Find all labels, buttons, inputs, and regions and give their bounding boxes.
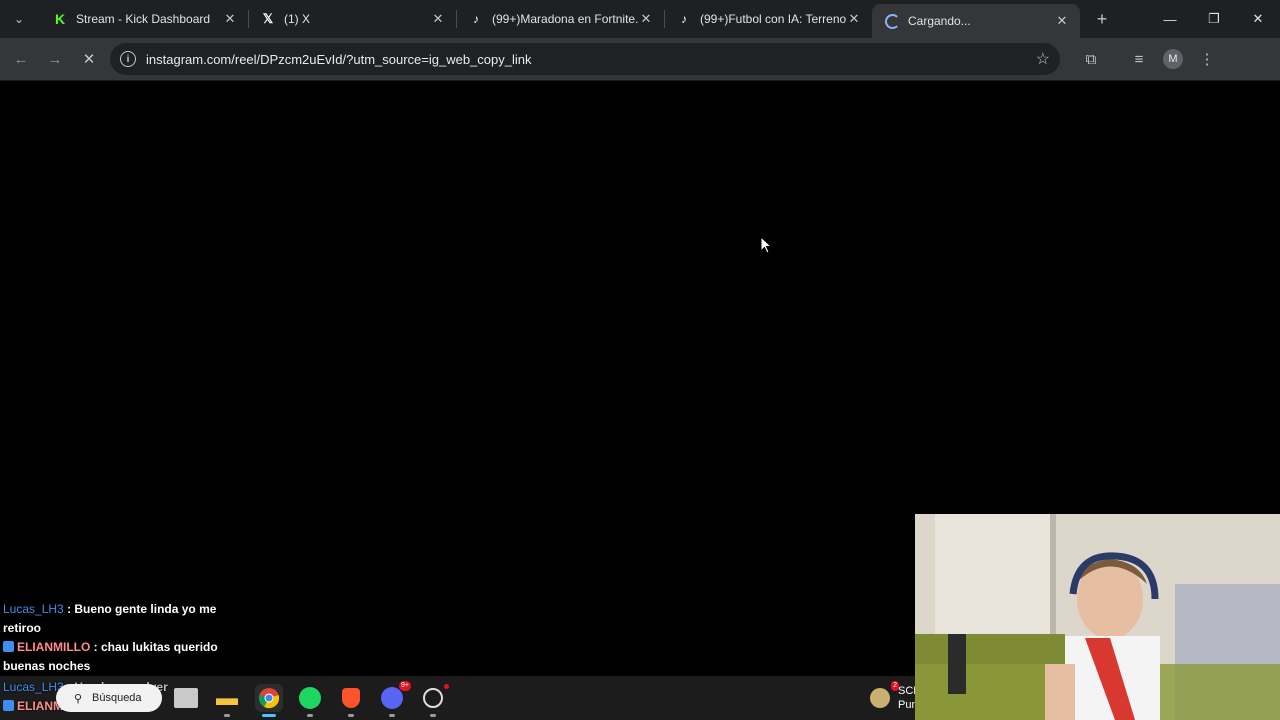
chat-badge-icon: [3, 700, 14, 711]
arrow-left-icon: ←: [13, 50, 29, 68]
kick-icon: K: [54, 11, 66, 27]
forward-button[interactable]: →: [38, 42, 72, 76]
obs-icon[interactable]: [419, 684, 449, 717]
back-button[interactable]: ←: [4, 42, 38, 76]
window-controls: — ❐ ✕: [1148, 0, 1280, 38]
discord-icon[interactable]: 9+: [378, 681, 411, 717]
chrome-icon[interactable]: [255, 684, 283, 717]
recording-indicator-icon: [444, 684, 449, 689]
chat-message: Lucas_LH3 : Bueno gente linda yo me reti…: [3, 600, 223, 638]
browser-toolbar: ← → ✕ i instagram.com/reel/DPzcm2uEvId/?…: [0, 38, 1280, 81]
search-icon: ⚲: [74, 693, 83, 705]
chat-username: Lucas_LH3: [3, 602, 64, 616]
chat-username: Lucas_LH3: [3, 680, 64, 694]
bookmark-star-icon[interactable]: ☆: [1036, 49, 1050, 69]
minimize-icon: —: [1163, 11, 1177, 27]
file-explorer-icon[interactable]: ▬: [213, 684, 241, 717]
tab-search-button[interactable]: ⌄: [6, 6, 32, 32]
kebab-menu-icon: ⋮: [1199, 51, 1215, 68]
tab-tiktok-maradona[interactable]: ♪ (99+)Maradona en Fortnite. ✕: [456, 0, 664, 38]
tab-title: (1) X: [284, 12, 311, 26]
new-tab-button[interactable]: +: [1088, 5, 1116, 33]
close-icon[interactable]: ✕: [430, 11, 446, 27]
spotify-icon[interactable]: [296, 684, 324, 717]
tab-title: Stream - Kick Dashboard: [76, 12, 211, 26]
brave-icon[interactable]: [337, 684, 365, 717]
plus-icon: +: [1096, 8, 1108, 29]
chrome-logo-icon: [258, 688, 280, 709]
tab-title: (99+)Maradona en Fortnite.: [492, 12, 638, 26]
chevron-down-icon: ⌄: [13, 12, 25, 26]
streamer-webcam-image: [915, 514, 1280, 720]
restore-icon: ❐: [1208, 11, 1220, 26]
mouse-cursor-icon: [760, 236, 772, 254]
profile-button[interactable]: M: [1156, 42, 1190, 76]
chat-badge-icon: [3, 641, 14, 652]
minimize-button[interactable]: —: [1148, 0, 1192, 38]
tiktok-icon: ♪: [681, 12, 687, 26]
avatar: M: [1163, 49, 1183, 69]
close-icon: ✕: [82, 51, 96, 68]
media-control-button[interactable]: ≡: [1122, 42, 1156, 76]
close-icon[interactable]: ✕: [638, 11, 654, 27]
arrow-right-icon: →: [47, 50, 63, 68]
tab-loading[interactable]: Cargando... ✕: [872, 4, 1080, 38]
site-info-icon[interactable]: i: [120, 51, 136, 67]
notification-badge: 9+: [399, 681, 411, 691]
playlist-icon: ≡: [1134, 50, 1144, 68]
address-bar[interactable]: i instagram.com/reel/DPzcm2uEvId/?utm_so…: [110, 43, 1060, 75]
stream-chat-overlay: Lucas_LH3 : Bueno gente linda yo me reti…: [3, 600, 223, 676]
tray-app-icon[interactable]: 2: [866, 681, 899, 712]
tab-kick-dashboard[interactable]: K Stream - Kick Dashboard ✕: [40, 0, 248, 38]
close-icon[interactable]: ✕: [1054, 13, 1070, 29]
chat-message: ELIANMILLO : chau lukitas querido buenas…: [3, 638, 223, 676]
x-icon: 𝕏: [262, 11, 274, 26]
close-icon: ✕: [1252, 11, 1264, 26]
close-icon[interactable]: ✕: [222, 11, 238, 27]
taskbar-search-label: Búsqueda: [92, 692, 142, 704]
taskbar-search[interactable]: ⚲ Búsqueda: [56, 684, 162, 712]
task-view-icon[interactable]: [174, 688, 198, 708]
menu-button[interactable]: ⋮: [1190, 42, 1224, 76]
chat-username: ELIANMILLO: [17, 640, 91, 654]
url-text[interactable]: instagram.com/reel/DPzcm2uEvId/?utm_sour…: [146, 52, 1036, 67]
tab-x[interactable]: 𝕏 (1) X ✕: [248, 0, 456, 38]
tab-title: (99+)Futbol con IA: Terreno: [700, 12, 846, 26]
close-window-button[interactable]: ✕: [1236, 0, 1280, 38]
tiktok-icon: ♪: [473, 12, 479, 26]
puzzle-icon: ⧉: [1085, 50, 1097, 68]
tab-title: Cargando...: [908, 14, 971, 28]
restore-button[interactable]: ❐: [1192, 0, 1236, 38]
tab-tiktok-futbol[interactable]: ♪ (99+)Futbol con IA: Terreno ✕: [664, 0, 872, 38]
close-icon[interactable]: ✕: [846, 11, 862, 27]
webcam-overlay: [915, 514, 1280, 720]
tab-strip: ⌄ K Stream - Kick Dashboard ✕ 𝕏 (1) X ✕ …: [0, 0, 1280, 38]
loading-spinner-icon: [884, 13, 900, 29]
extensions-button[interactable]: ⧉: [1074, 42, 1108, 76]
stop-loading-button[interactable]: ✕: [72, 42, 106, 76]
